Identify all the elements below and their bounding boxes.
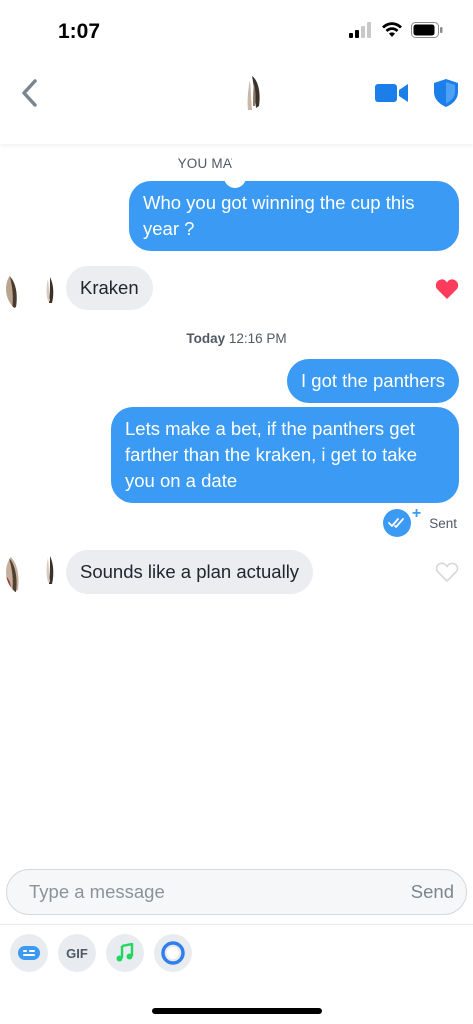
wifi-icon [382, 22, 402, 37]
status-time: 1:07 [58, 20, 101, 43]
back-button[interactable] [14, 76, 44, 110]
sticker-button[interactable] [10, 934, 48, 972]
gif-button[interactable]: GIF [58, 934, 96, 972]
message-bubble-outgoing[interactable]: Who you got winning the cup this year ? [129, 181, 459, 251]
sender-avatar[interactable] [6, 546, 58, 598]
double-check-icon [388, 518, 405, 528]
home-indicator[interactable] [152, 1008, 322, 1014]
sent-label: Sent [429, 515, 457, 531]
message-text: I got the panthers [301, 370, 445, 391]
ring-button[interactable] [154, 934, 192, 972]
message-text: Lets make a bet, if the panthers get far… [125, 418, 418, 491]
read-receipt-badge[interactable]: + [383, 505, 421, 537]
match-notice-redaction [232, 152, 352, 178]
sticker-icon [18, 946, 40, 960]
message-timestamp: Today 12:16 PM [0, 331, 473, 346]
status-bar: 1:07 [0, 0, 473, 62]
heart-outline-icon[interactable] [435, 561, 459, 583]
send-button[interactable]: Send [411, 881, 454, 903]
message-text: Who you got winning the cup this year ? [143, 192, 415, 239]
heart-filled-icon[interactable] [435, 278, 459, 300]
timestamp-day: Today [186, 331, 226, 346]
message-text: Sounds like a plan actually [80, 561, 300, 582]
timestamp-time: 12:16 PM [228, 331, 287, 346]
cellular-signal-icon [349, 22, 371, 38]
sender-avatar[interactable] [6, 263, 58, 315]
avatar-image [6, 263, 58, 315]
message-status: + Sent [383, 505, 457, 537]
message-bubble-incoming[interactable]: Kraken [66, 266, 153, 310]
toolbar-divider [0, 924, 473, 925]
chevron-left-icon [22, 79, 37, 107]
gif-icon: GIF [66, 945, 88, 961]
ring-icon [161, 941, 185, 965]
message-input[interactable] [29, 870, 369, 914]
message-bubble-outgoing[interactable]: I got the panthers [287, 359, 459, 403]
avatar-image [236, 70, 270, 114]
music-note-icon [116, 943, 134, 962]
message-bubble-incoming[interactable]: Sounds like a plan actually [66, 550, 314, 594]
status-icons [349, 22, 443, 38]
music-button[interactable] [106, 934, 144, 972]
match-avatar[interactable] [236, 70, 270, 114]
chat-header [0, 62, 473, 144]
avatar-image [6, 546, 58, 598]
message-bubble-outgoing[interactable]: Lets make a bet, if the panthers get far… [111, 407, 459, 503]
message-text: Kraken [80, 277, 139, 298]
safety-button[interactable] [432, 78, 460, 108]
shield-icon [434, 79, 458, 107]
plus-icon: + [411, 505, 422, 522]
message-composer: Send [6, 869, 467, 915]
video-call-button[interactable] [374, 80, 410, 106]
battery-icon [411, 22, 443, 38]
video-camera-icon [375, 84, 408, 102]
